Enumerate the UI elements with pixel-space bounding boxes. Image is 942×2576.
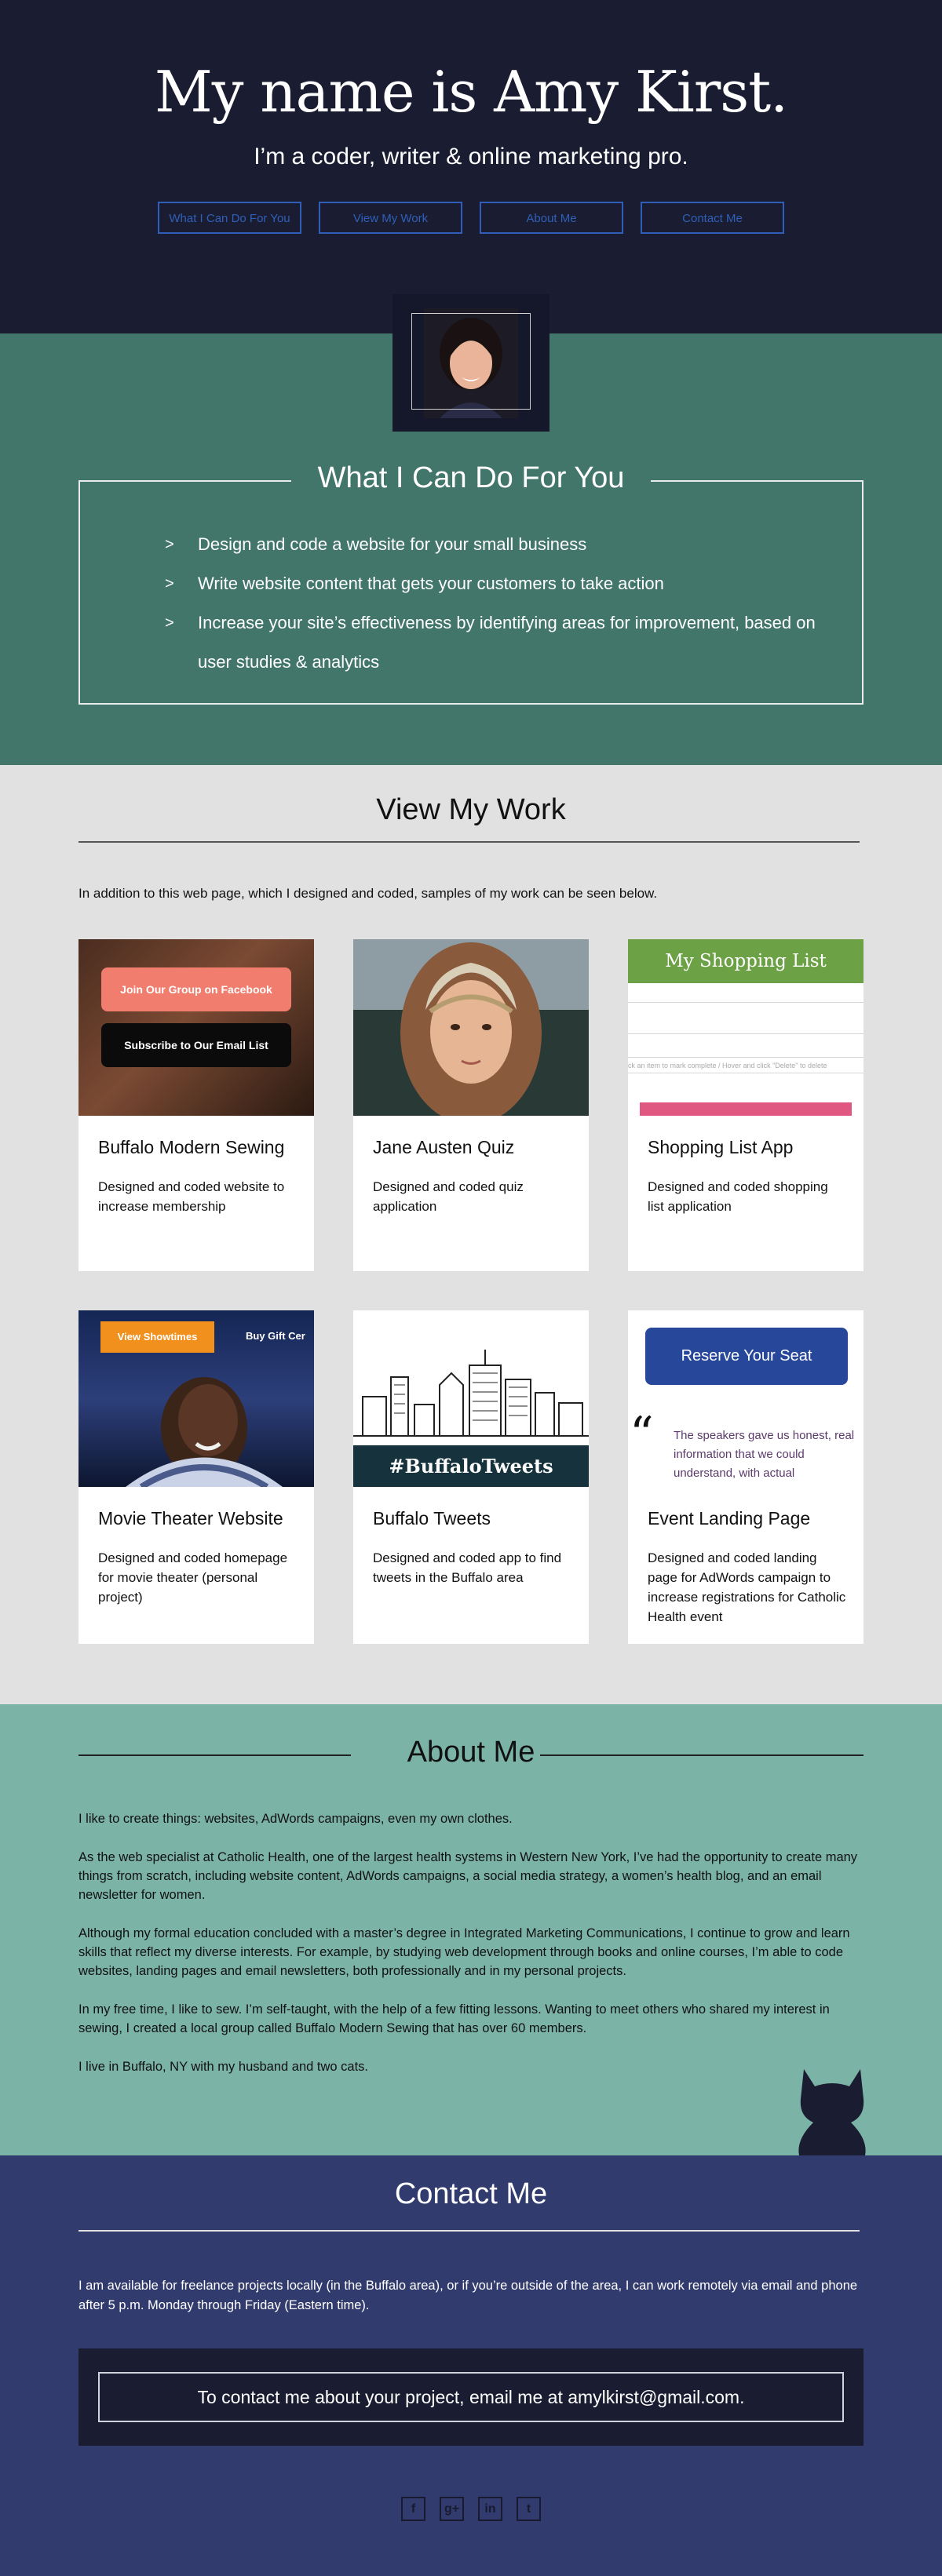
buffalo-tweets-banner: #BuffaloTweets: [353, 1445, 589, 1487]
shopping-list-hint: ck an item to mark complete / Hover and …: [628, 1062, 827, 1069]
nav-view-my-work[interactable]: View My Work: [319, 202, 462, 234]
card-description: Designed and coded homepage for movie th…: [98, 1550, 288, 1605]
card-description: Designed and coded quiz application: [373, 1179, 524, 1214]
work-intro: In addition to this web page, which I de…: [78, 886, 658, 901]
services-title: What I Can Do For You: [290, 461, 652, 494]
profile-photo: [392, 294, 550, 432]
service-item: > Increase your site’s effectiveness by i…: [165, 603, 816, 682]
chevron-right-icon: >: [165, 614, 174, 632]
service-item: > Write website content that gets your cu…: [165, 564, 816, 603]
contact-me-section: Contact Me I am available for freelance …: [0, 2155, 942, 2576]
card-description: Designed and coded app to find tweets in…: [373, 1550, 562, 1585]
facebook-icon[interactable]: f: [401, 2497, 425, 2521]
work-card-buffalo-tweets[interactable]: #BuffaloTweets Buffalo Tweets Designed a…: [353, 1310, 589, 1644]
social-links: f g+ in t: [0, 2497, 942, 2521]
view-my-work-section: View My Work In addition to this web pag…: [0, 765, 942, 1704]
about-body: I like to create things: websites, AdWor…: [78, 1809, 864, 2096]
card-description: Designed and coded landing page for AdWo…: [648, 1550, 846, 1624]
card-title: Movie Theater Website: [98, 1508, 283, 1528]
about-paragraph: Although my formal education concluded w…: [78, 1926, 850, 1978]
nav-contact-me[interactable]: Contact Me: [641, 202, 784, 234]
work-card-shopping-list-app[interactable]: My Shopping List ck an item to mark comp…: [628, 939, 864, 1271]
card-thumbnail: #BuffaloTweets: [353, 1310, 589, 1487]
service-text: Write website content that gets your cus…: [198, 574, 664, 593]
about-title: About Me: [407, 1736, 535, 1769]
shopping-list-header: My Shopping List: [628, 939, 864, 983]
card-description: Designed and coded website to increase m…: [98, 1179, 285, 1214]
card-title: Buffalo Tweets: [373, 1508, 491, 1528]
contact-title: Contact Me: [394, 2177, 548, 2210]
card-title: Buffalo Modern Sewing: [98, 1137, 285, 1157]
service-text: Design and code a website for your small…: [198, 534, 587, 554]
card-title: Jane Austen Quiz: [373, 1137, 515, 1157]
chevron-right-icon: >: [165, 575, 174, 592]
card-title: Shopping List App: [648, 1137, 794, 1157]
contact-text: I am available for freelance projects lo…: [78, 2279, 858, 2312]
twitter-icon[interactable]: t: [517, 2497, 541, 2521]
email-list-button-image: Subscribe to Our Email List: [101, 1023, 291, 1067]
google-plus-icon[interactable]: g+: [440, 2497, 464, 2521]
about-paragraph: I like to create things: websites, AdWor…: [78, 1812, 513, 1826]
photo-frame: [411, 313, 531, 410]
services-list: > Design and code a website for your smal…: [165, 525, 816, 682]
hero-title: My name is Amy Kirst.: [154, 59, 788, 125]
card-thumbnail: View Showtimes Buy Gift Cer: [78, 1310, 314, 1487]
divider: [78, 841, 860, 843]
card-thumbnail: Reserve Your Seat “ The speakers gave us…: [628, 1310, 864, 1487]
buffalo-skyline-drawing: [353, 1350, 589, 1437]
facebook-group-button-image: Join Our Group on Facebook: [101, 967, 291, 1011]
service-text: Increase your site’s effectiveness by id…: [198, 613, 816, 672]
hero-nav: What I Can Do For You View My Work About…: [0, 202, 942, 234]
card-thumbnail: Join Our Group on Facebook Subscribe to …: [78, 939, 314, 1116]
jane-austen-portrait: [400, 942, 542, 1116]
card-thumbnail: My Shopping List ck an item to mark comp…: [628, 939, 864, 1116]
hero-subtitle: I’m a coder, writer & online marketing p…: [254, 144, 688, 169]
cat-silhouette-icon: [798, 2069, 866, 2155]
work-card-event-landing-page[interactable]: Reserve Your Seat “ The speakers gave us…: [628, 1310, 864, 1644]
work-card-jane-austen-quiz[interactable]: Jane Austen Quiz Designed and coded quiz…: [353, 939, 589, 1271]
service-item: > Design and code a website for your smal…: [165, 525, 816, 564]
contact-email-cta[interactable]: To contact me about your project, email …: [98, 2372, 844, 2422]
about-paragraph: As the web specialist at Catholic Health…: [78, 1850, 858, 1902]
view-showtimes-button-image: View Showtimes: [100, 1321, 214, 1353]
card-thumbnail: [353, 939, 589, 1116]
buy-gift-cards-image-text: Buy Gift Cer: [246, 1330, 305, 1342]
about-me-section: About Me I like to create things: websit…: [0, 1704, 942, 2155]
testimonial-quote: The speakers gave us honest, real inform…: [674, 1429, 855, 1480]
about-paragraph: I live in Buffalo, NY with my husband an…: [78, 2060, 369, 2074]
work-card-buffalo-modern-sewing[interactable]: Join Our Group on Facebook Subscribe to …: [78, 939, 314, 1271]
linkedin-icon[interactable]: in: [478, 2497, 502, 2521]
card-title: Event Landing Page: [648, 1508, 811, 1528]
hero-section: My name is Amy Kirst. I’m a coder, write…: [0, 0, 942, 432]
about-paragraph: In my free time, I like to sew. I’m self…: [78, 2002, 830, 2035]
services-box: What I Can Do For You > Design and code a…: [78, 461, 864, 705]
reserve-seat-button-image: Reserve Your Seat: [645, 1328, 848, 1385]
work-card-movie-theater-website[interactable]: View Showtimes Buy Gift Cer Movie Theate…: [78, 1310, 314, 1644]
divider: [78, 2230, 860, 2232]
card-description: Designed and coded shopping list applica…: [648, 1179, 828, 1214]
contact-cta-box: To contact me about your project, email …: [78, 2348, 864, 2446]
work-title: View My Work: [376, 793, 566, 826]
nav-what-i-can-do[interactable]: What I Can Do For You: [158, 202, 301, 234]
quote-icon: “: [630, 1407, 654, 1462]
chevron-right-icon: >: [165, 536, 174, 553]
nav-about-me[interactable]: About Me: [480, 202, 623, 234]
